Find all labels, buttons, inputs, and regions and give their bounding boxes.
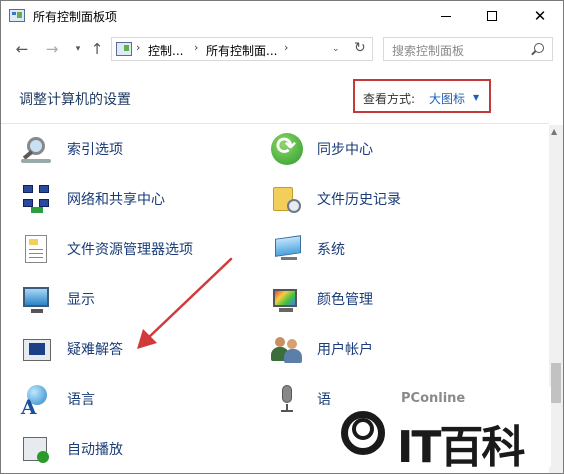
forward-button[interactable]: → — [41, 35, 63, 63]
control-panel-location-icon — [116, 42, 132, 56]
address-bar[interactable]: › 控制... › 所有控制面... › ⌄ ↻ — [111, 37, 373, 61]
item-label: 语言 — [67, 392, 95, 408]
close-button[interactable]: ✕ — [517, 1, 563, 31]
scroll-up-icon[interactable]: ▲ — [551, 127, 557, 136]
system-icon — [271, 233, 303, 265]
item-label: 同步中心 — [317, 142, 373, 158]
item-sync-center[interactable]: 同步中心 — [271, 127, 511, 171]
arrow-left-icon: ← — [15, 40, 29, 58]
item-label: 显示 — [67, 292, 95, 308]
minimize-button[interactable] — [423, 1, 469, 31]
item-file-explorer-options[interactable]: 文件资源管理器选项 — [21, 227, 261, 271]
back-button[interactable]: ← — [11, 35, 33, 63]
header-divider — [1, 123, 549, 124]
breadcrumb-all-items[interactable]: 所有控制面... — [206, 42, 277, 59]
content-header: 调整计算机的设置 查看方式: 大图标 ▼ — [1, 71, 563, 121]
watermark-logo-inner — [352, 418, 374, 440]
scrollbar-thumb[interactable] — [551, 363, 561, 403]
item-label: 网络和共享中心 — [67, 192, 165, 208]
arrow-right-icon: → — [45, 40, 59, 58]
language-icon: A — [21, 383, 53, 419]
chevron-down-icon: ▾ — [75, 44, 81, 54]
navigation-bar: ← → ▾ ↑ › 控制... › 所有控制面... › ⌄ ↻ 搜索控制面板 — [1, 35, 563, 63]
view-by-selector[interactable]: 查看方式: 大图标 ▼ — [353, 79, 491, 113]
search-icon[interactable] — [534, 43, 544, 53]
search-input[interactable]: 搜索控制面板 — [383, 37, 553, 61]
item-label: 疑难解答 — [67, 342, 123, 358]
pconline-watermark: PConline IT百科 — [331, 387, 551, 473]
breadcrumb-separator: › — [136, 41, 141, 54]
title-bar: 所有控制面板项 ✕ — [1, 1, 563, 31]
file-history-icon — [271, 183, 303, 215]
item-label: 索引选项 — [67, 142, 123, 158]
address-history-dropdown[interactable]: ⌄ — [332, 44, 340, 54]
breadcrumb-separator: › — [194, 41, 199, 54]
window-title: 所有控制面板项 — [33, 10, 118, 24]
view-by-label: 查看方式: — [363, 92, 416, 106]
view-by-value[interactable]: 大图标 — [429, 90, 465, 107]
item-label: 颜色管理 — [317, 292, 373, 308]
close-icon: ✕ — [533, 6, 547, 25]
file-explorer-options-icon — [21, 233, 53, 265]
minimize-icon — [441, 15, 451, 17]
item-display[interactable]: 显示 — [21, 277, 261, 321]
watermark-title: IT百科 — [397, 422, 525, 473]
recent-locations-button[interactable]: ▾ — [71, 35, 85, 63]
item-label: 文件资源管理器选项 — [67, 242, 193, 258]
item-label: 用户帐户 — [317, 342, 373, 358]
troubleshooting-icon — [21, 333, 53, 365]
vertical-scrollbar[interactable]: ▲ — [549, 125, 563, 473]
item-file-history[interactable]: 文件历史记录 — [271, 177, 511, 221]
item-color-management[interactable]: 颜色管理 — [271, 277, 511, 321]
breadcrumb-separator: › — [284, 41, 289, 54]
caret-down-icon[interactable]: ▼ — [473, 93, 479, 102]
item-label: 系统 — [317, 242, 345, 258]
maximize-button[interactable] — [469, 1, 515, 31]
maximize-icon — [487, 11, 497, 21]
breadcrumb-control-panel[interactable]: 控制... — [148, 42, 183, 59]
search-placeholder: 搜索控制面板 — [392, 44, 465, 58]
item-user-accounts[interactable]: 用户帐户 — [271, 327, 511, 371]
control-panel-window: 所有控制面板项 ✕ ← → ▾ ↑ › 控制... › 所有控制面... › ⌄… — [0, 0, 564, 474]
control-panel-app-icon — [9, 9, 25, 22]
sync-center-icon — [271, 132, 303, 165]
item-system[interactable]: 系统 — [271, 227, 511, 271]
network-sharing-icon — [21, 183, 53, 215]
user-accounts-icon — [271, 333, 303, 365]
item-label: 自动播放 — [67, 442, 123, 458]
item-network-sharing-center[interactable]: 网络和共享中心 — [21, 177, 261, 221]
item-autoplay[interactable]: 自动播放 — [21, 427, 261, 471]
refresh-button[interactable]: ↻ — [354, 40, 366, 56]
color-management-icon — [271, 283, 303, 315]
autoplay-icon — [21, 433, 53, 465]
item-indexing-options[interactable]: 索引选项 — [21, 127, 261, 171]
arrow-up-icon: ↑ — [90, 40, 104, 58]
indexing-options-icon — [21, 133, 53, 165]
page-title: 调整计算机的设置 — [19, 92, 131, 108]
item-label: 文件历史记录 — [317, 192, 401, 208]
item-language[interactable]: A 语言 — [21, 377, 261, 421]
item-troubleshooting[interactable]: 疑难解答 — [21, 327, 261, 371]
display-icon — [21, 283, 53, 315]
microphone-icon — [271, 383, 303, 415]
watermark-brand: PConline — [401, 391, 466, 406]
up-button[interactable]: ↑ — [87, 35, 107, 63]
